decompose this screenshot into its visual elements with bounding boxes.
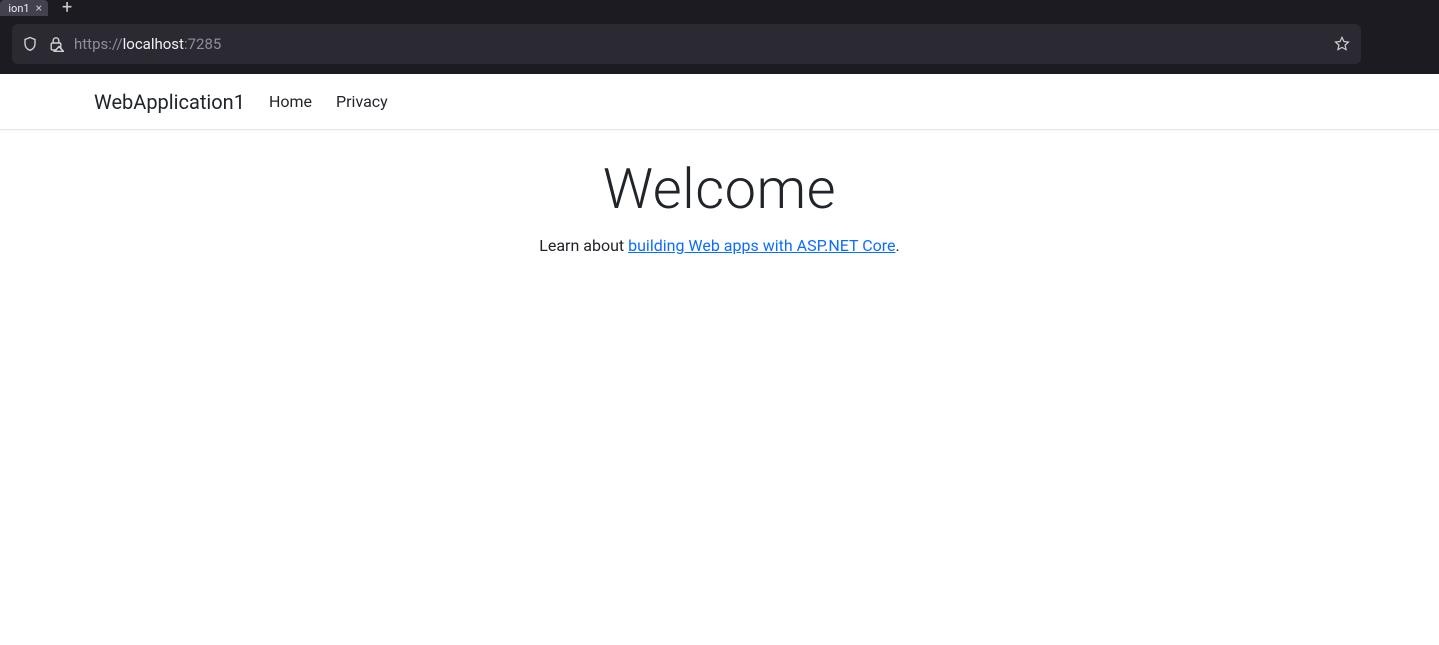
toolbar-right-gutter (1373, 16, 1439, 74)
close-icon[interactable]: × (36, 2, 42, 14)
url-port: :7285 (184, 35, 221, 53)
tab-strip: ion1 × + (0, 0, 1439, 16)
lead-link[interactable]: building Web apps with ASP.NET Core (628, 236, 895, 255)
lock-warning-icon[interactable] (48, 36, 64, 52)
url-host: localhost (123, 35, 184, 53)
site-navbar: WebApplication1 Home Privacy (0, 74, 1439, 130)
shield-icon[interactable] (22, 36, 38, 52)
nav-link-home[interactable]: Home (269, 92, 312, 111)
lead-prefix: Learn about (539, 236, 628, 255)
lead-suffix: . (896, 236, 900, 255)
bookmark-star-icon[interactable] (1333, 35, 1351, 53)
new-tab-button[interactable]: + (48, 0, 86, 17)
hero-section: Welcome Learn about building Web apps wi… (0, 130, 1439, 255)
browser-toolbar: https://localhost:7285 (0, 16, 1373, 74)
address-bar[interactable]: https://localhost:7285 (12, 24, 1361, 64)
page-title: Welcome (0, 156, 1439, 222)
lead-text: Learn about building Web apps with ASP.N… (0, 236, 1439, 255)
url-text[interactable]: https://localhost:7285 (74, 37, 1323, 52)
url-protocol: https:// (74, 35, 123, 53)
browser-tab[interactable]: ion1 × (0, 0, 48, 16)
page-content: WebApplication1 Home Privacy Welcome Lea… (0, 74, 1439, 255)
nav-link-privacy[interactable]: Privacy (336, 92, 388, 111)
brand-title[interactable]: WebApplication1 (94, 90, 245, 114)
browser-chrome: ion1 × + (0, 0, 1439, 74)
tab-title: ion1 (8, 2, 29, 15)
